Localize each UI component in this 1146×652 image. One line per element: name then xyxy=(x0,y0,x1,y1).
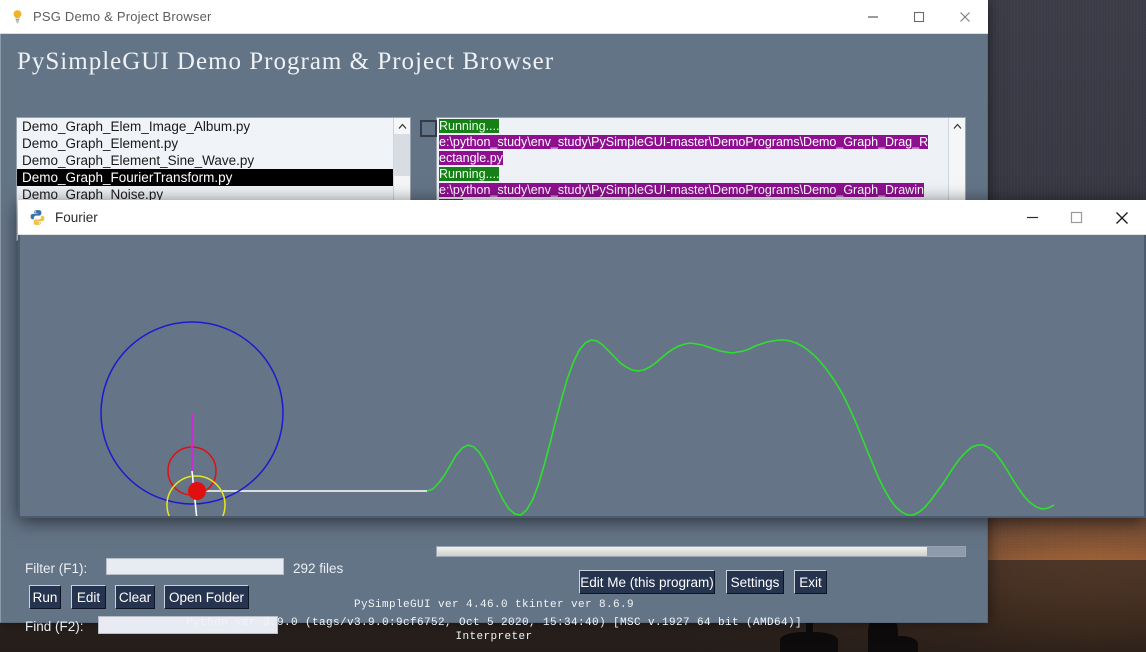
tracer-dot xyxy=(188,482,206,500)
fourier-titlebar[interactable]: Fourier xyxy=(18,200,1146,235)
close-icon[interactable] xyxy=(942,0,988,33)
close-icon[interactable] xyxy=(1098,201,1146,235)
fourier-window: Fourier xyxy=(18,200,1146,518)
version-line-1: PySimpleGUI ver 4.46.0 tkinter ver 8.6.9 xyxy=(353,599,635,611)
file-list-scroll-thumb[interactable] xyxy=(394,134,410,176)
minimize-icon[interactable] xyxy=(850,0,896,33)
exit-button[interactable]: Exit xyxy=(794,570,827,594)
edit-me-button[interactable]: Edit Me (this program) xyxy=(579,570,715,594)
maximize-icon[interactable] xyxy=(1054,201,1098,235)
lightbulb-icon xyxy=(10,9,25,24)
log-path-text: e:\python_study\env_study\PySimpleGUI-ma… xyxy=(439,183,924,197)
log-line: Running.... xyxy=(437,118,948,134)
list-item[interactable]: Demo_Graph_Element.py xyxy=(17,135,393,152)
log-path-text: ectangle.py xyxy=(439,151,503,165)
python-logo-icon xyxy=(29,209,46,226)
log-status-badge: Running.... xyxy=(439,167,500,181)
main-window-controls xyxy=(850,0,988,33)
list-item[interactable]: Demo_Graph_FourierTransform.py xyxy=(17,169,393,186)
filter-input[interactable] xyxy=(106,558,284,575)
output-hscroll-thumb[interactable] xyxy=(437,547,927,556)
version-line-3: Interpreter xyxy=(455,631,533,643)
chevron-up-icon[interactable] xyxy=(394,118,410,134)
maximize-icon[interactable] xyxy=(896,0,942,33)
list-item[interactable]: Demo_Graph_Elem_Image_Album.py xyxy=(17,118,393,135)
page-title: PySimpleGUI Demo Program & Project Brows… xyxy=(17,48,555,75)
output-horizontal-scrollbar[interactable] xyxy=(436,546,966,557)
log-path-text: e:\python_study\env_study\PySimpleGUI-ma… xyxy=(439,135,929,149)
log-line: e:\python_study\env_study\PySimpleGUI-ma… xyxy=(437,182,948,198)
fourier-graph-canvas[interactable] xyxy=(18,235,1146,518)
chevron-up-icon[interactable] xyxy=(949,118,965,134)
filter-label: Filter (F1): xyxy=(25,561,88,576)
fourier-window-title: Fourier xyxy=(55,209,98,225)
fourier-wave-path xyxy=(426,339,1055,516)
main-window-title: PSG Demo & Project Browser xyxy=(33,9,212,24)
list-item[interactable]: Demo_Graph_Element_Sine_Wave.py xyxy=(17,152,393,169)
log-line: ectangle.py xyxy=(437,150,948,166)
scrollbar-corner-box[interactable] xyxy=(420,120,437,137)
file-count-label: 292 files xyxy=(293,561,344,576)
log-status-badge: Running.... xyxy=(439,119,500,133)
version-line-2: Python ver 3.9.0 (tags/v3.9.0:9cf6752, O… xyxy=(185,617,803,629)
minimize-icon[interactable] xyxy=(1010,201,1054,235)
main-window-titlebar[interactable]: PSG Demo & Project Browser xyxy=(0,0,988,34)
log-line: e:\python_study\env_study\PySimpleGUI-ma… xyxy=(437,134,948,150)
settings-button[interactable]: Settings xyxy=(726,570,784,594)
fourier-window-controls xyxy=(1010,201,1146,234)
fourier-drawing xyxy=(100,321,1055,516)
log-line: Running.... xyxy=(437,166,948,182)
